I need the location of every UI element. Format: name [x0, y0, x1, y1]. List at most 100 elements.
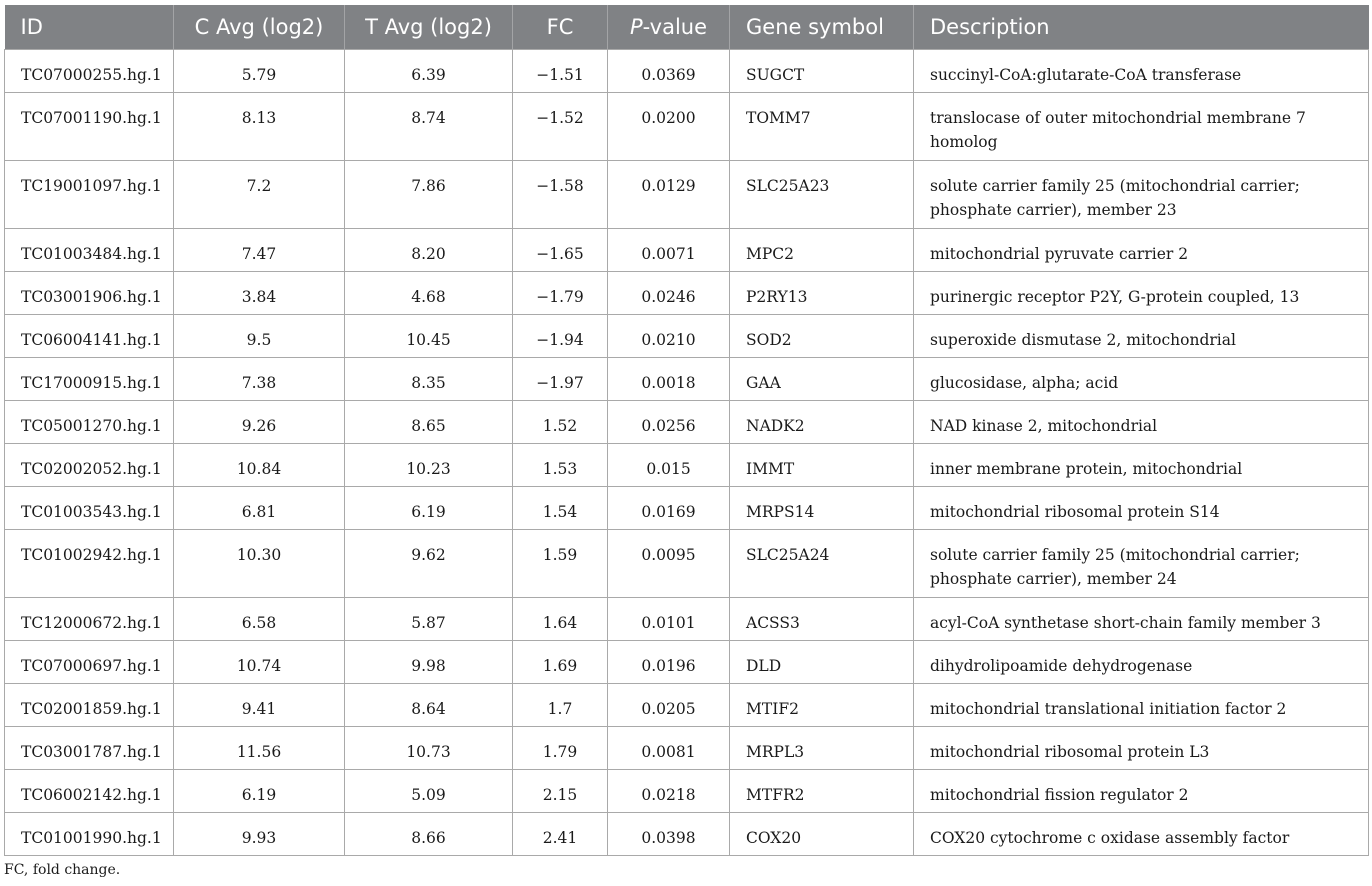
header-id: ID: [4, 5, 174, 49]
cell-p-value: 0.0246: [607, 270, 730, 315]
cell-gene-symbol: P2RY13: [729, 270, 914, 315]
cell-t-avg: 10.23: [344, 442, 513, 487]
table-row: TC17000915.hg.1 7.38 8.35 −1.97 0.0018 G…: [4, 356, 1369, 401]
cell-gene-symbol: SOD2: [729, 313, 914, 358]
cell-id: TC07000255.hg.1: [4, 48, 174, 93]
cell-id: TC01003543.hg.1: [4, 485, 174, 530]
cell-t-avg: 5.09: [344, 768, 513, 813]
cell-fc: 1.64: [512, 596, 608, 641]
cell-c-avg: 3.84: [173, 270, 345, 315]
cell-p-value: 0.0210: [607, 313, 730, 358]
cell-id: TC12000672.hg.1: [4, 596, 174, 641]
cell-c-avg: 6.19: [173, 768, 345, 813]
header-p-suffix: -value: [642, 14, 708, 39]
cell-id: TC03001906.hg.1: [4, 270, 174, 315]
cell-c-avg: 9.41: [173, 682, 345, 727]
table-row: TC07000697.hg.1 10.74 9.98 1.69 0.0196 D…: [4, 639, 1369, 684]
header-p-value: P-value: [607, 5, 730, 49]
cell-description: NAD kinase 2, mitochondrial: [913, 399, 1369, 444]
cell-description: superoxide dismutase 2, mitochondrial: [913, 313, 1369, 358]
cell-id: TC07001190.hg.1: [4, 91, 174, 161]
cell-description: solute carrier family 25 (mitochondrial …: [913, 159, 1369, 229]
cell-t-avg: 7.86: [344, 159, 513, 229]
cell-id: TC03001787.hg.1: [4, 725, 174, 770]
table-row: TC03001906.hg.1 3.84 4.68 −1.79 0.0246 P…: [4, 270, 1369, 315]
cell-p-value: 0.0218: [607, 768, 730, 813]
cell-c-avg: 6.81: [173, 485, 345, 530]
table-row: TC01002942.hg.1 10.30 9.62 1.59 0.0095 S…: [4, 528, 1369, 598]
cell-c-avg: 10.84: [173, 442, 345, 487]
cell-gene-symbol: MTFR2: [729, 768, 914, 813]
cell-description: solute carrier family 25 (mitochondrial …: [913, 528, 1369, 598]
cell-c-avg: 9.5: [173, 313, 345, 358]
cell-gene-symbol: DLD: [729, 639, 914, 684]
cell-fc: −1.97: [512, 356, 608, 401]
cell-description: mitochondrial translational initiation f…: [913, 682, 1369, 727]
cell-id: TC17000915.hg.1: [4, 356, 174, 401]
cell-p-value: 0.0205: [607, 682, 730, 727]
table-row: TC01003543.hg.1 6.81 6.19 1.54 0.0169 MR…: [4, 485, 1369, 530]
header-gene-symbol: Gene symbol: [729, 5, 914, 49]
cell-t-avg: 9.62: [344, 528, 513, 598]
cell-id: TC06004141.hg.1: [4, 313, 174, 358]
header-fc: FC: [512, 5, 608, 49]
cell-p-value: 0.0129: [607, 159, 730, 229]
table-row: TC07000255.hg.1 5.79 6.39 −1.51 0.0369 S…: [4, 48, 1369, 93]
cell-id: TC01003484.hg.1: [4, 227, 174, 272]
cell-t-avg: 9.98: [344, 639, 513, 684]
cell-p-value: 0.0196: [607, 639, 730, 684]
cell-p-value: 0.0256: [607, 399, 730, 444]
cell-p-value: 0.0018: [607, 356, 730, 401]
cell-fc: 1.7: [512, 682, 608, 727]
cell-c-avg: 5.79: [173, 48, 345, 93]
cell-p-value: 0.0169: [607, 485, 730, 530]
table-header-row: ID C Avg (log2) T Avg (log2) FC P-value …: [4, 5, 1369, 49]
header-description: Description: [913, 5, 1369, 49]
cell-description: COX20 cytochrome c oxidase assembly fact…: [913, 811, 1369, 856]
table-row: TC07001190.hg.1 8.13 8.74 −1.52 0.0200 T…: [4, 91, 1369, 161]
cell-gene-symbol: MRPS14: [729, 485, 914, 530]
cell-c-avg: 7.47: [173, 227, 345, 272]
cell-p-value: 0.0071: [607, 227, 730, 272]
table-row: TC19001097.hg.1 7.2 7.86 −1.58 0.0129 SL…: [4, 159, 1369, 229]
cell-id: TC02001859.hg.1: [4, 682, 174, 727]
cell-id: TC06002142.hg.1: [4, 768, 174, 813]
cell-description: succinyl-CoA:glutarate-CoA transferase: [913, 48, 1369, 93]
cell-t-avg: 8.35: [344, 356, 513, 401]
table-footnote: FC, fold change.: [4, 862, 121, 878]
cell-p-value: 0.0095: [607, 528, 730, 598]
cell-fc: 1.69: [512, 639, 608, 684]
cell-p-value: 0.0200: [607, 91, 730, 161]
table-body: TC07000255.hg.1 5.79 6.39 −1.51 0.0369 S…: [4, 48, 1369, 856]
cell-p-value: 0.0081: [607, 725, 730, 770]
cell-description: mitochondrial ribosomal protein S14: [913, 485, 1369, 530]
cell-gene-symbol: SUGCT: [729, 48, 914, 93]
cell-gene-symbol: COX20: [729, 811, 914, 856]
cell-id: TC02002052.hg.1: [4, 442, 174, 487]
header-t-avg: T Avg (log2): [344, 5, 513, 49]
cell-id: TC05001270.hg.1: [4, 399, 174, 444]
cell-t-avg: 5.87: [344, 596, 513, 641]
cell-fc: −1.65: [512, 227, 608, 272]
cell-fc: −1.58: [512, 159, 608, 229]
cell-fc: 2.15: [512, 768, 608, 813]
cell-gene-symbol: GAA: [729, 356, 914, 401]
cell-description: mitochondrial ribosomal protein L3: [913, 725, 1369, 770]
header-p-italic: P: [629, 14, 643, 39]
cell-description: dihydrolipoamide dehydrogenase: [913, 639, 1369, 684]
cell-t-avg: 4.68: [344, 270, 513, 315]
cell-gene-symbol: SLC25A24: [729, 528, 914, 598]
cell-p-value: 0.0101: [607, 596, 730, 641]
cell-fc: −1.94: [512, 313, 608, 358]
cell-c-avg: 9.93: [173, 811, 345, 856]
cell-description: inner membrane protein, mitochondrial: [913, 442, 1369, 487]
cell-gene-symbol: MTIF2: [729, 682, 914, 727]
cell-description: mitochondrial pyruvate carrier 2: [913, 227, 1369, 272]
cell-c-avg: 7.2: [173, 159, 345, 229]
cell-fc: 1.59: [512, 528, 608, 598]
cell-gene-symbol: NADK2: [729, 399, 914, 444]
cell-t-avg: 10.73: [344, 725, 513, 770]
cell-c-avg: 9.26: [173, 399, 345, 444]
cell-id: TC07000697.hg.1: [4, 639, 174, 684]
cell-description: acyl-CoA synthetase short-chain family m…: [913, 596, 1369, 641]
